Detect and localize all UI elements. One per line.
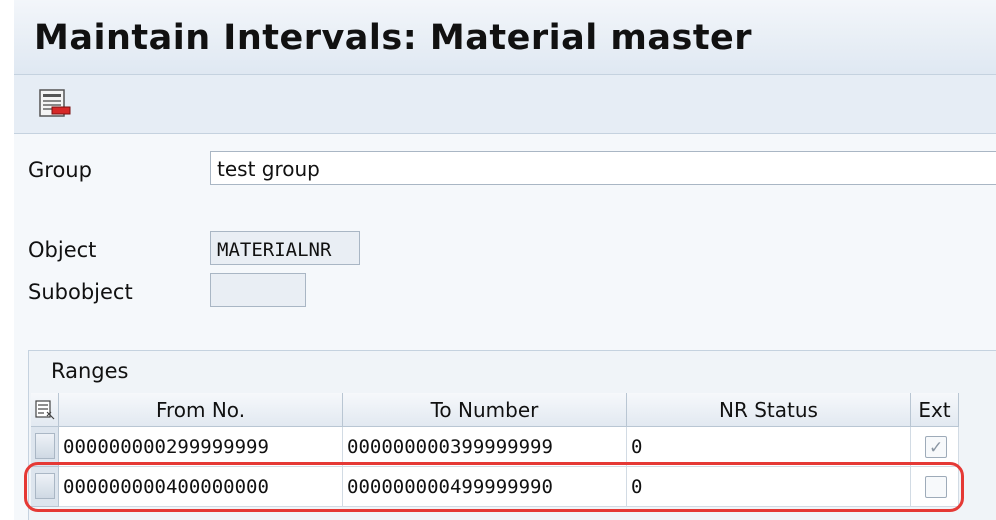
group-field[interactable]: test group bbox=[210, 151, 996, 185]
row-selector[interactable] bbox=[31, 427, 59, 467]
ext-checkbox[interactable] bbox=[925, 476, 947, 498]
from-number-cell[interactable]: 000000000299999999 bbox=[59, 427, 343, 467]
object-label: Object bbox=[28, 238, 97, 262]
from-number-cell[interactable]: 000000000400000000 bbox=[59, 467, 343, 507]
table-settings-icon bbox=[34, 400, 54, 420]
ranges-title: Ranges bbox=[51, 359, 129, 383]
column-header-ext[interactable]: Ext bbox=[911, 393, 959, 427]
table-settings-button[interactable] bbox=[31, 393, 59, 427]
column-header-status[interactable]: NR Status bbox=[627, 393, 911, 427]
to-number-cell[interactable]: 000000000499999990 bbox=[343, 467, 627, 507]
nr-status-cell[interactable]: 0 bbox=[627, 467, 911, 507]
column-header-from[interactable]: From No. bbox=[59, 393, 343, 427]
object-field: MATERIALNR bbox=[210, 231, 360, 265]
window-left-edge bbox=[0, 0, 14, 520]
table-row: 000000000299999999 000000000399999999 0 bbox=[31, 427, 996, 467]
to-number-cell[interactable]: 000000000399999999 bbox=[343, 427, 627, 467]
save-icon bbox=[39, 89, 71, 117]
column-header-to[interactable]: To Number bbox=[343, 393, 627, 427]
ext-cell bbox=[911, 467, 959, 507]
application-toolbar bbox=[14, 75, 996, 134]
page-title: Maintain Intervals: Material master bbox=[34, 18, 753, 58]
ext-checkbox[interactable] bbox=[925, 428, 947, 466]
table-row: 000000000400000000 000000000499999990 0 bbox=[31, 467, 996, 507]
title-bar: Maintain Intervals: Material master bbox=[14, 0, 996, 75]
subobject-label: Subobject bbox=[28, 280, 133, 304]
ext-cell bbox=[911, 427, 959, 467]
ranges-group-box: Ranges From No. To Number NR Status Ext bbox=[28, 350, 996, 520]
group-label: Group bbox=[28, 158, 92, 182]
nr-status-cell[interactable]: 0 bbox=[627, 427, 911, 467]
subobject-field bbox=[210, 273, 306, 307]
save-button[interactable] bbox=[38, 87, 74, 121]
row-selector[interactable] bbox=[31, 467, 59, 507]
sap-window: Maintain Intervals: Material master Grou… bbox=[0, 0, 996, 520]
content-area: Group test group Object MATERIALNR Subob… bbox=[14, 134, 996, 520]
